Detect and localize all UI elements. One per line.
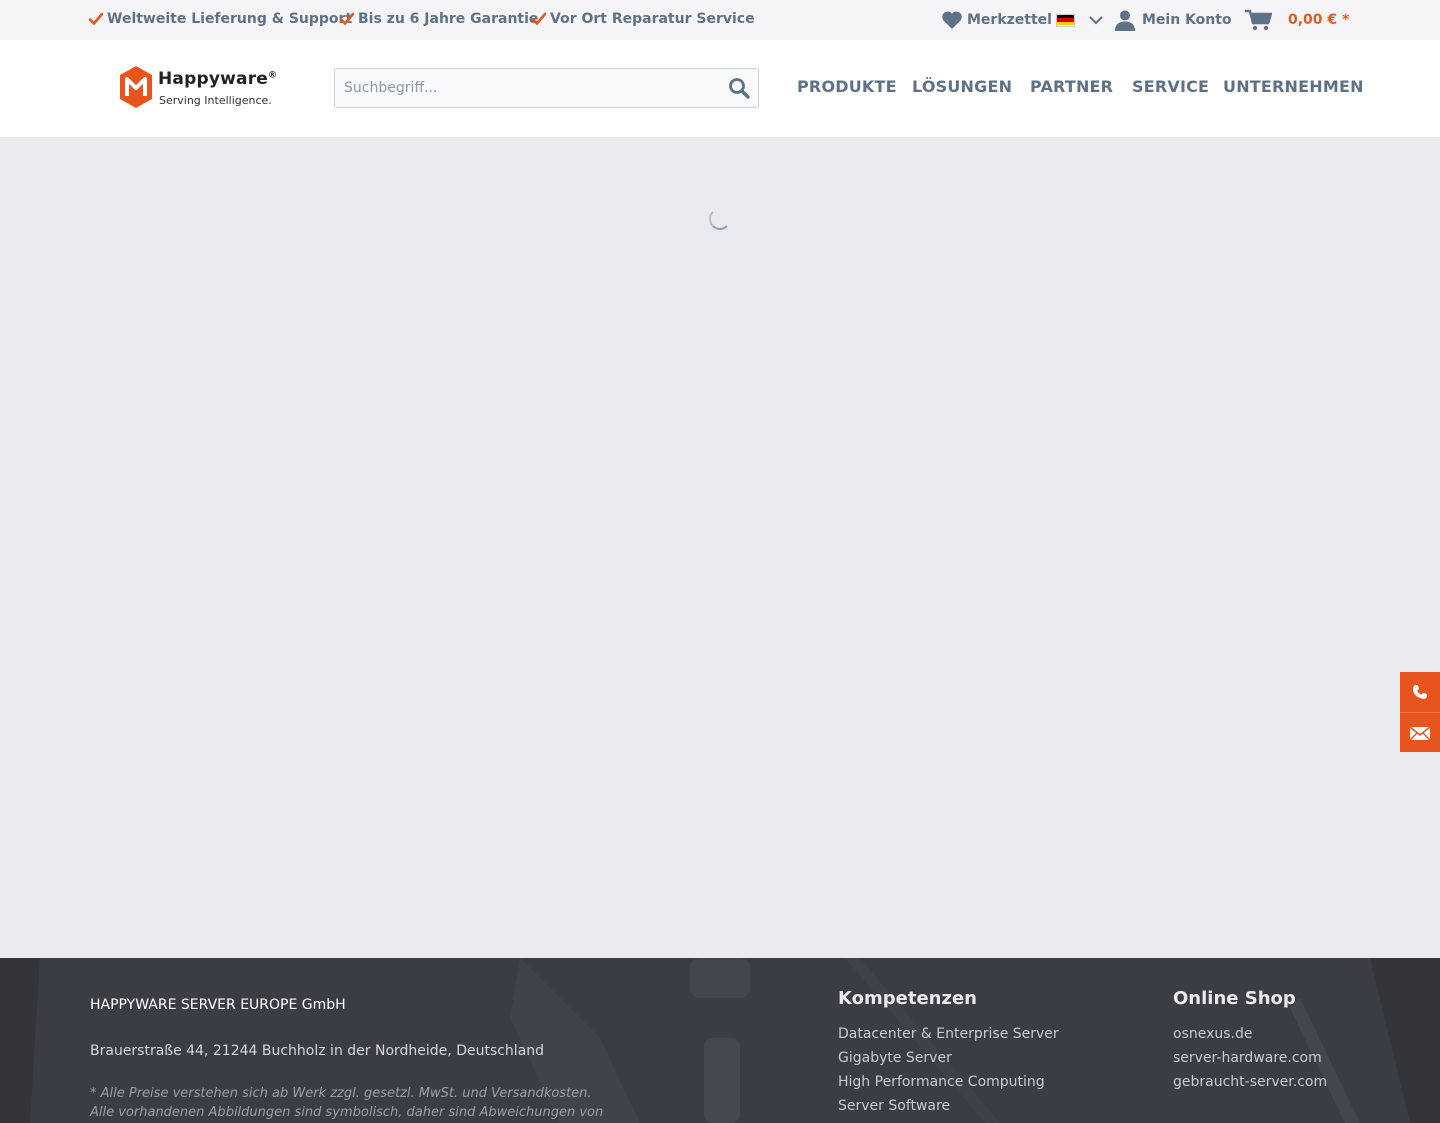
wishlist-label: Merkzettel [967,12,1052,28]
check-icon [89,12,103,26]
footer-heading-online-shop: Online Shop [1173,988,1296,1009]
logo-tagline: Serving Intelligence. [159,94,272,107]
wishlist-link[interactable]: Merkzettel [941,8,1052,32]
logo-mark-icon [120,66,152,108]
footer-link[interactable]: gebraucht-server.com [1173,1070,1327,1094]
footer-link[interactable]: Server Software [838,1094,1059,1118]
footer-company-name: HAPPYWARE SERVER EUROPE GmbH [90,997,346,1013]
account-link[interactable]: Mein Konto [1114,8,1232,32]
footer-link[interactable]: High Performance Computing [838,1070,1059,1094]
nav-unternehmen[interactable]: UNTERNEHMEN [1223,77,1364,96]
service-bar: Weltweite Lieferung & Support Bis zu 6 J… [0,0,1440,40]
footer-price-note: * Alle Preise verstehen sich ab Werk zzg… [90,1086,604,1120]
usp-item: Vor Ort Reparatur Service [532,11,755,27]
logo-wordmark: Happyware® [158,69,278,89]
cart-icon [1245,9,1272,31]
check-icon [340,12,354,26]
user-icon [1115,10,1135,31]
search-box [334,68,759,108]
search-icon[interactable] [728,77,750,99]
footer-link[interactable]: osnexus.de [1173,1022,1327,1046]
loading-spinner-icon [709,208,731,230]
account-label: Mein Konto [1142,12,1232,28]
footer-links-kompetenzen: Datacenter & Enterprise Server Gigabyte … [838,1022,1059,1118]
usp-label: Vor Ort Reparatur Service [550,11,755,27]
check-icon [532,12,546,26]
footer-link[interactable]: Datacenter & Enterprise Server [838,1022,1059,1046]
footer-links-online-shop: osnexus.de server-hardware.com gebraucht… [1173,1022,1327,1094]
usp-label: Weltweite Lieferung & Support [107,11,353,27]
header: Happyware® Serving Intelligence. PRODUKT… [0,40,1440,137]
cart-link[interactable]: 0,00 € * [1245,8,1349,32]
nav-service[interactable]: SERVICE [1132,77,1209,96]
chevron-down-icon [1089,16,1103,25]
phone-icon [1413,685,1427,699]
mail-icon [1409,725,1431,740]
mail-contact-button[interactable] [1400,712,1440,752]
nav-loesungen[interactable]: LÖSUNGEN [912,77,1012,96]
nav-partner[interactable]: PARTNER [1030,77,1113,96]
usp-item: Bis zu 6 Jahre Garantie [340,11,538,27]
happyware-logo[interactable]: Happyware® Serving Intelligence. [118,64,280,114]
footer-address: Brauerstraße 44, 21244 Buchholz in der N… [90,1043,545,1059]
cart-total: 0,00 € * [1288,12,1350,28]
heart-icon [942,11,962,30]
footer-link[interactable]: Gigabyte Server [838,1046,1059,1070]
germany-flag-icon [1056,13,1075,27]
footer-link[interactable]: server-hardware.com [1173,1046,1327,1070]
search-input[interactable] [335,69,715,107]
footer-heading-kompetenzen: Kompetenzen [838,988,977,1009]
nav-produkte[interactable]: PRODUKTE [797,77,897,96]
usp-item: Weltweite Lieferung & Support [89,11,352,27]
usp-label: Bis zu 6 Jahre Garantie [358,11,539,27]
content-area [0,137,1440,958]
footer: HAPPYWARE SERVER EUROPE GmbH Brauerstraß… [0,958,1440,1123]
language-select[interactable] [1056,8,1103,32]
phone-contact-button[interactable] [1400,672,1440,712]
